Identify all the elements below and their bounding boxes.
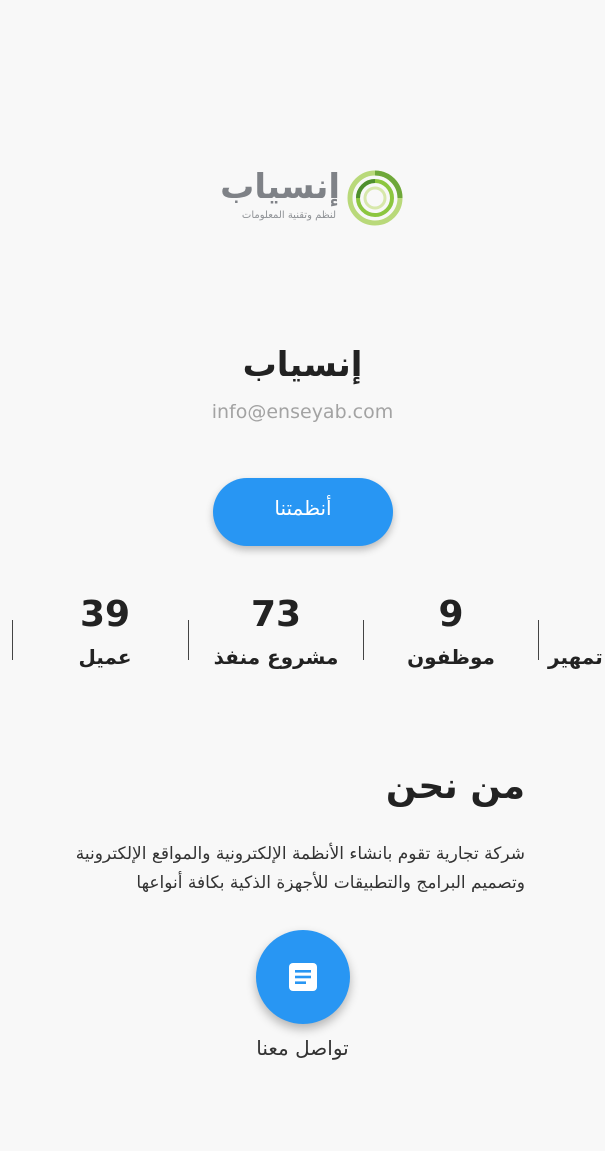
document-icon (289, 963, 317, 991)
stat-value: 73 (250, 594, 302, 635)
stat-value: 9 (438, 594, 464, 635)
logo-ring-icon (347, 170, 403, 226)
company-name: إنسياب (242, 345, 363, 385)
stat-item-clients: 39 عميل (18, 590, 192, 674)
contact-us-label[interactable]: تواصل معنا (0, 1033, 605, 1063)
stat-item-projects: 73 مشروع منفذ (189, 590, 363, 674)
stat-value: 39 (79, 594, 131, 635)
company-logo: إنسياب لنظم وتقنية المعلومات (205, 163, 410, 233)
stats-divider (12, 620, 13, 660)
stats-row[interactable]: 39 عميل 73 مشروع منفذ 9 موظفون تمهير (0, 590, 605, 690)
about-title: من نحن (385, 766, 525, 807)
stats-divider (538, 620, 539, 660)
stat-item-employees: 9 موظفون (364, 590, 538, 674)
logo-tagline: لنظم وتقنية المعلومات (241, 210, 336, 221)
stat-item-partial-label: تمهير (548, 645, 603, 669)
our-systems-button[interactable]: أنظمتنا (213, 478, 393, 546)
contact-us-button[interactable] (256, 930, 350, 1024)
company-email[interactable]: info@enseyab.com (0, 398, 605, 426)
about-text: شركة تجارية تقوم بانشاء الأنظمة الإلكترو… (75, 844, 525, 893)
stat-label: عميل (78, 645, 132, 669)
logo-wordmark: إنسياب (220, 167, 340, 207)
stat-label: موظفون (407, 645, 495, 669)
stat-label: مشروع منفذ (213, 645, 339, 669)
